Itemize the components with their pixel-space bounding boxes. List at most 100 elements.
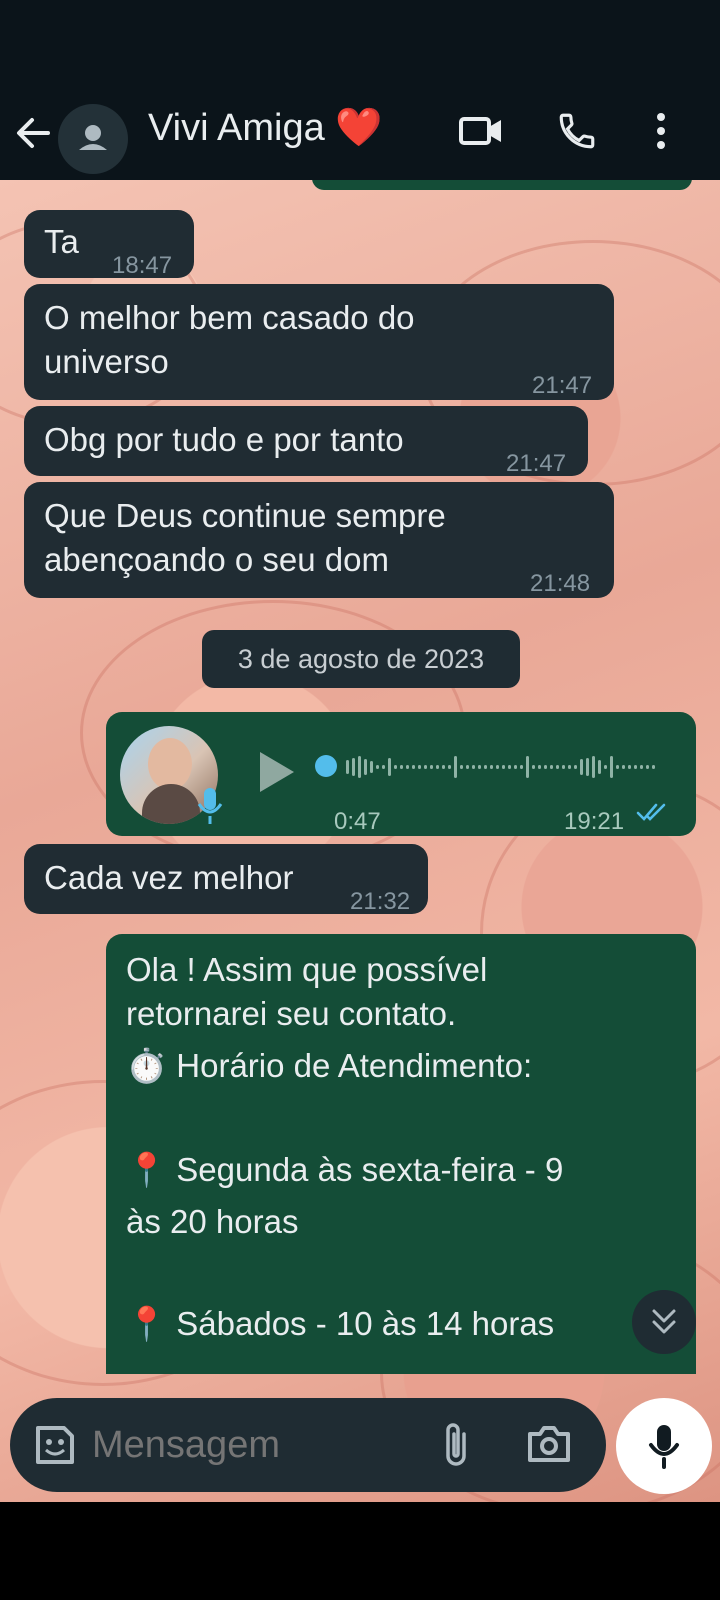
message-time: 21:48 bbox=[530, 570, 591, 597]
message-bubble[interactable]: Que Deus continue sempre abençoando o se… bbox=[24, 482, 614, 598]
waveform-bar bbox=[370, 761, 373, 774]
voice-duration: 0:47 bbox=[334, 808, 381, 835]
attach-button[interactable] bbox=[440, 1420, 474, 1475]
timer-emoji: ⏱️ bbox=[126, 1047, 168, 1084]
heart-emoji: ❤️ bbox=[335, 107, 383, 149]
message-bubble[interactable]: O melhor bem casado do universo 21:47 bbox=[24, 284, 614, 400]
message-bubble[interactable]: Cada vez melhor 21:32 bbox=[24, 844, 428, 915]
waveform-bar bbox=[400, 765, 403, 770]
waveform-bar bbox=[364, 759, 367, 776]
waveform-bar bbox=[460, 765, 463, 770]
chat-area[interactable]: Ta 18:47 O melhor bem casado do universo… bbox=[0, 180, 720, 1502]
message-text: Cada vez melhor bbox=[44, 859, 294, 896]
waveform-bar bbox=[502, 765, 505, 770]
person-icon bbox=[79, 125, 107, 150]
status-bar bbox=[0, 0, 720, 88]
waveform-bar bbox=[358, 756, 361, 779]
auto-reply-line-text: Horário de Atendimento: bbox=[176, 1047, 533, 1084]
sticker-button[interactable] bbox=[32, 1422, 78, 1473]
waveform-bar bbox=[520, 765, 523, 770]
waveform-bar bbox=[382, 765, 385, 770]
waveform-bar bbox=[628, 765, 631, 770]
back-button[interactable] bbox=[14, 108, 54, 158]
waveform-bar bbox=[586, 758, 589, 777]
waveform-bar bbox=[442, 765, 445, 770]
waveform-bar bbox=[376, 765, 379, 770]
message-time: 21:32 bbox=[350, 888, 411, 915]
voice-waveform[interactable] bbox=[346, 750, 666, 780]
message-text-line: O melhor bem casado do bbox=[44, 299, 415, 336]
voice-call-button[interactable] bbox=[552, 106, 602, 156]
message-bubble[interactable]: Obg por tudo e por tanto 21:47 bbox=[24, 406, 588, 477]
chevron-double-down-icon bbox=[652, 1309, 676, 1334]
message-text: Obg por tudo e por tanto bbox=[44, 421, 404, 458]
waveform-bar bbox=[550, 765, 553, 770]
message-input[interactable] bbox=[90, 1414, 424, 1476]
waveform-bar bbox=[538, 765, 541, 770]
waveform-bar bbox=[562, 765, 565, 770]
video-call-button[interactable] bbox=[456, 106, 506, 156]
mic-badge-icon bbox=[197, 788, 223, 824]
navigation-bar bbox=[0, 1502, 720, 1600]
auto-reply-line-text: Sábados - 10 às 14 horas bbox=[176, 1305, 555, 1342]
video-call-icon bbox=[459, 117, 501, 145]
waveform-bar bbox=[496, 765, 499, 770]
message-text-line: abençoando o seu dom bbox=[44, 541, 389, 578]
auto-reply-line: 📍 Sábados - 10 às 14 horas bbox=[126, 1302, 554, 1346]
camera-button[interactable] bbox=[526, 1422, 572, 1469]
waveform-bar bbox=[352, 758, 355, 777]
waveform-bar bbox=[634, 765, 637, 770]
play-icon bbox=[260, 752, 294, 792]
waveform-bar bbox=[394, 765, 397, 770]
message-bubble[interactable]: Ta 18:47 bbox=[24, 210, 194, 279]
waveform-bar bbox=[604, 765, 607, 770]
back-arrow-icon bbox=[17, 118, 50, 148]
waveform-bar bbox=[424, 765, 427, 770]
waveform-bar bbox=[598, 760, 601, 775]
avatar-shoulders bbox=[142, 784, 200, 824]
waveform-bar bbox=[574, 765, 577, 770]
waveform-bar bbox=[568, 765, 571, 770]
waveform-bar bbox=[484, 765, 487, 770]
waveform-bar bbox=[388, 758, 391, 777]
waveform-bar bbox=[646, 765, 649, 770]
waveform-bar bbox=[544, 765, 547, 770]
waveform-bar bbox=[610, 756, 613, 779]
auto-reply-line: 📍 Segunda às sexta-feira - 9 bbox=[126, 1148, 563, 1192]
phone-icon bbox=[559, 113, 595, 149]
waveform-bar bbox=[508, 765, 511, 770]
contact-avatar[interactable] bbox=[58, 104, 128, 174]
waveform-bar bbox=[454, 756, 457, 779]
message-time: 21:47 bbox=[532, 372, 593, 399]
message-text-line: universo bbox=[44, 343, 169, 380]
voice-message-bubble[interactable]: 0:47 19:21 bbox=[106, 712, 696, 836]
auto-reply-line: Ola ! Assim que possível bbox=[126, 951, 488, 988]
waveform-bar bbox=[478, 765, 481, 770]
auto-reply-line: às 20 horas bbox=[126, 1203, 299, 1240]
contact-name[interactable]: Vivi Amiga ❤️ bbox=[148, 106, 383, 150]
record-voice-button[interactable] bbox=[616, 1398, 712, 1494]
mic-icon bbox=[649, 1425, 679, 1469]
message-composer[interactable] bbox=[10, 1398, 606, 1492]
seek-dot bbox=[315, 755, 337, 777]
waveform-bar bbox=[556, 765, 559, 770]
play-button[interactable] bbox=[254, 748, 298, 807]
more-vert-icon bbox=[657, 113, 665, 149]
scroll-to-bottom-button[interactable] bbox=[632, 1290, 696, 1354]
chat-header: Vivi Amiga ❤️ bbox=[0, 88, 720, 180]
pin-emoji: 📍 bbox=[126, 1305, 168, 1342]
date-separator: 3 de agosto de 2023 bbox=[202, 630, 520, 688]
message-time: 21:47 bbox=[506, 450, 567, 477]
previous-message-edge bbox=[312, 180, 692, 190]
seek-handle[interactable] bbox=[315, 755, 337, 777]
waveform-bar bbox=[514, 765, 517, 770]
auto-reply-bubble[interactable]: Ola ! Assim que possível retornarei seu … bbox=[106, 934, 696, 1374]
auto-reply-line: ⏱️ Horário de Atendimento: bbox=[126, 1044, 532, 1088]
waveform-bar bbox=[418, 765, 421, 770]
more-options-button[interactable] bbox=[636, 106, 686, 156]
waveform-bar bbox=[616, 765, 619, 770]
message-text-line: Que Deus continue sempre bbox=[44, 497, 446, 534]
waveform-bar bbox=[652, 765, 655, 770]
waveform-bar bbox=[448, 765, 451, 770]
waveform-bar bbox=[592, 756, 595, 779]
